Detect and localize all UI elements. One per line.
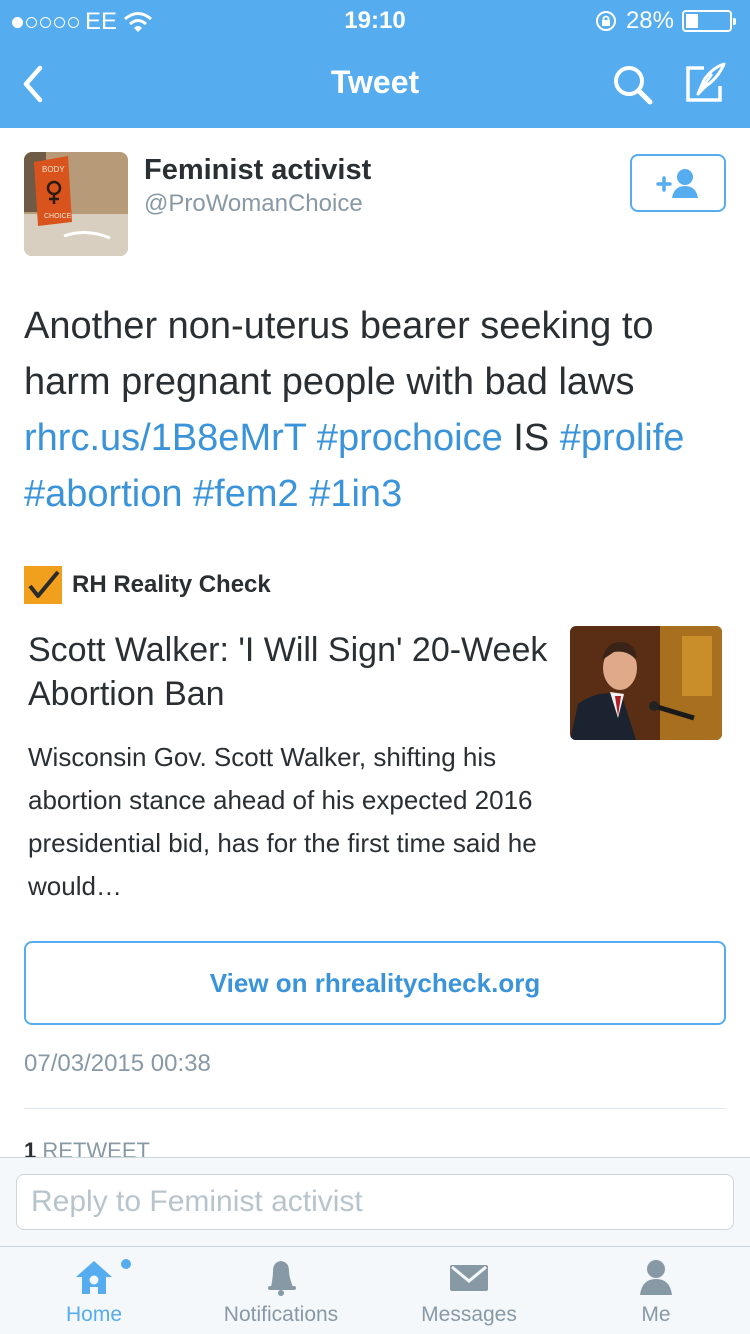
card-source[interactable]: RH Reality Check bbox=[24, 566, 271, 604]
status-bar: EE 19:10 28% bbox=[0, 0, 750, 40]
tweet-link[interactable]: rhrc.us/1B8eMrT bbox=[24, 417, 306, 459]
search-icon[interactable] bbox=[610, 62, 656, 108]
envelope-icon bbox=[450, 1265, 488, 1291]
hashtag-prolife[interactable]: #prolife bbox=[560, 417, 685, 459]
avatar[interactable]: BODY CHOICE bbox=[24, 152, 128, 256]
tab-me[interactable]: Me bbox=[562, 1247, 750, 1334]
battery-fill bbox=[686, 14, 698, 28]
author-handle[interactable]: @ProWomanChoice bbox=[144, 190, 363, 218]
view-on-site-button[interactable]: View on rhrealitycheck.org bbox=[24, 941, 726, 1025]
tab-messages[interactable]: Messages bbox=[375, 1247, 563, 1334]
tweet-text-part: IS bbox=[502, 417, 560, 459]
tab-notifications[interactable]: Notifications bbox=[187, 1247, 375, 1334]
hashtag-fem2[interactable]: #fem2 bbox=[193, 473, 299, 515]
hashtag-prochoice[interactable]: #prochoice bbox=[317, 417, 503, 459]
avatar-image: BODY CHOICE bbox=[24, 152, 128, 256]
tab-home[interactable]: Home bbox=[0, 1247, 188, 1334]
svg-text:CHOICE: CHOICE bbox=[44, 213, 72, 220]
reply-bar bbox=[0, 1157, 750, 1247]
tweet-timestamp: 07/03/2015 00:38 bbox=[24, 1050, 211, 1077]
tab-label: Messages bbox=[421, 1303, 517, 1326]
bell-icon bbox=[268, 1261, 296, 1296]
card-thumbnail-image bbox=[570, 626, 722, 740]
card-source-name: RH Reality Check bbox=[72, 571, 271, 598]
reply-input[interactable] bbox=[16, 1174, 734, 1230]
rotation-lock-icon bbox=[595, 11, 616, 31]
hashtag-1in3[interactable]: #1in3 bbox=[309, 473, 402, 515]
compose-icon[interactable] bbox=[682, 60, 730, 106]
tweet-text: Another non-uterus bearer seeking to har… bbox=[24, 298, 728, 522]
tab-label: Home bbox=[65, 1303, 123, 1326]
tab-label: Me bbox=[641, 1303, 671, 1326]
checkmark-logo-icon bbox=[24, 566, 62, 604]
follow-button[interactable] bbox=[630, 154, 726, 212]
card-thumbnail[interactable] bbox=[570, 626, 722, 740]
divider bbox=[24, 1108, 726, 1109]
battery-group: 28% bbox=[594, 7, 736, 35]
retweet-count[interactable]: 1 RETWEET bbox=[24, 1138, 150, 1158]
author-name[interactable]: Feminist activist bbox=[144, 154, 371, 187]
svg-text:BODY: BODY bbox=[42, 165, 65, 174]
card-description: Wisconsin Gov. Scott Walker, shifting hi… bbox=[28, 742, 537, 901]
hashtag-abortion[interactable]: #abortion bbox=[24, 473, 182, 515]
tweet-text-part: Another non-uterus bearer seeking to har… bbox=[24, 305, 654, 403]
top-navigation-bar: EE 19:10 28% Tweet bbox=[0, 0, 750, 128]
add-user-icon bbox=[656, 169, 698, 198]
tab-label: Notifications bbox=[223, 1303, 339, 1326]
card-title[interactable]: Scott Walker: 'I Will Sign' 20-Week Abor… bbox=[28, 628, 548, 716]
new-items-dot bbox=[121, 1259, 131, 1269]
home-icon bbox=[76, 1261, 112, 1294]
tab-bar: Home Notifications Messages Me bbox=[0, 1246, 750, 1334]
retweet-count-label: RETWEET bbox=[42, 1138, 150, 1158]
person-icon bbox=[640, 1260, 672, 1295]
retweet-count-value: 1 bbox=[24, 1138, 37, 1158]
battery-icon bbox=[682, 10, 736, 32]
battery-percent: 28% bbox=[625, 7, 674, 34]
